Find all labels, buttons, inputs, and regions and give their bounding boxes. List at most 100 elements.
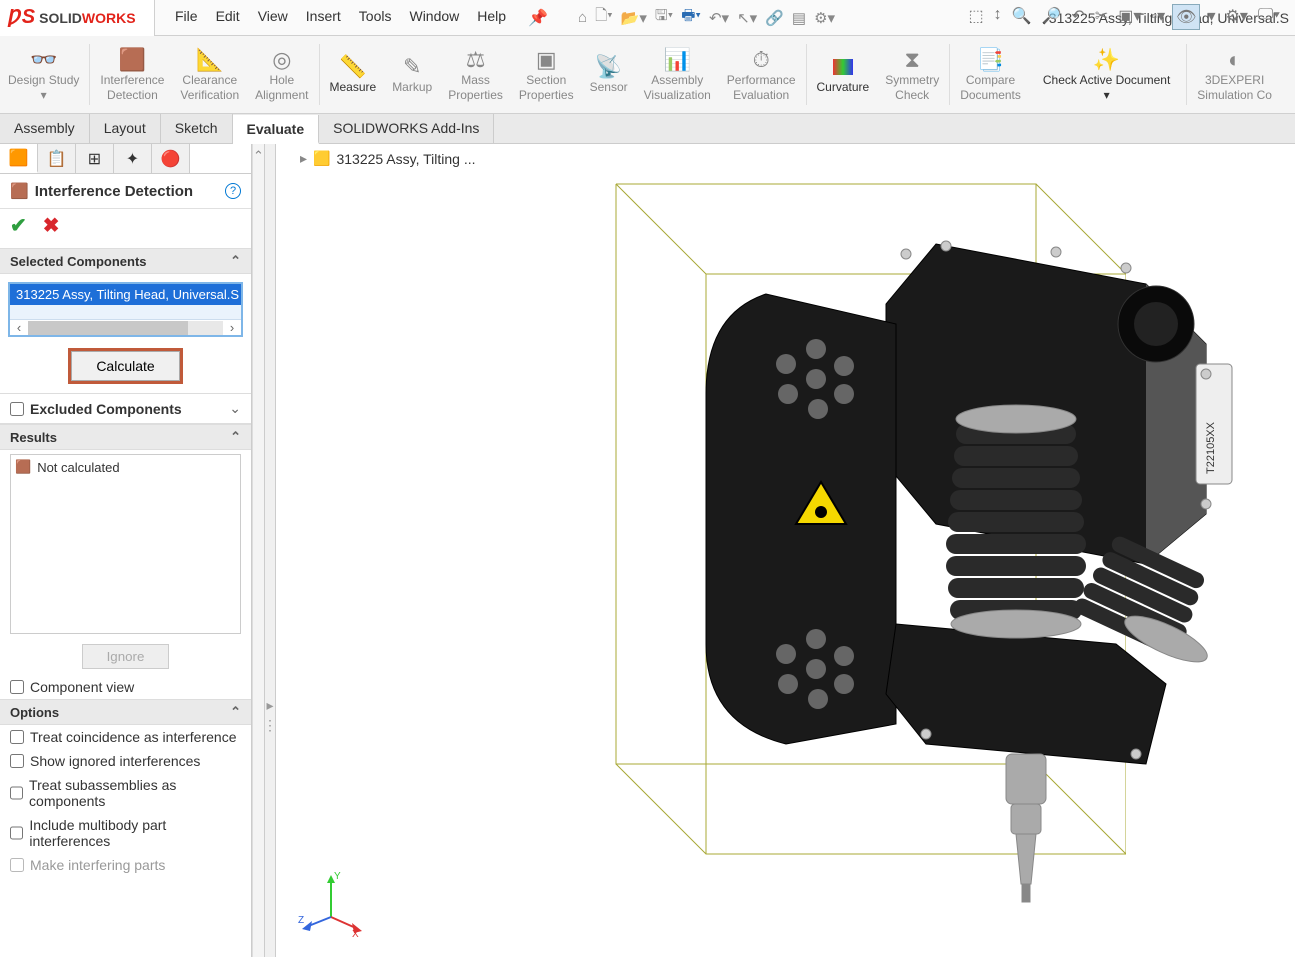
quick-access-toolbar: ⌂ 🗋▾ 📂▾ 🖫▾ 🖶▾ ↶▾ ↖▾ 🔗 ▤ ⚙▾ bbox=[568, 5, 845, 30]
undo-icon[interactable]: ↶▾ bbox=[709, 9, 729, 27]
curvature-button[interactable]: Curvature bbox=[809, 36, 878, 113]
view-orientation-icon[interactable]: ↕ bbox=[991, 4, 1005, 30]
menu-window[interactable]: Window bbox=[409, 8, 459, 28]
breadcrumb[interactable]: ▸ 🟨 313225 Assy, Tilting ... bbox=[300, 150, 476, 167]
collapse-icon: ⌃ bbox=[230, 429, 241, 445]
assembly-icon: 🟨 bbox=[313, 150, 330, 167]
zoom-area-icon[interactable]: 🔎 bbox=[1039, 4, 1065, 30]
section-view-icon[interactable]: ✂ bbox=[1092, 4, 1111, 30]
scroll-left-icon[interactable]: ‹ bbox=[10, 320, 28, 335]
hole-alignment-button[interactable]: ◎Hole Alignment bbox=[247, 36, 316, 113]
display-style-icon[interactable]: ▣▾ bbox=[1115, 4, 1144, 30]
graphics-viewport[interactable]: ▸ 🟨 313225 Assy, Tilting ... bbox=[276, 144, 1295, 957]
settings-icon[interactable]: ⚙▾ bbox=[814, 9, 835, 27]
print-icon[interactable]: 🖶▾ bbox=[681, 5, 701, 30]
hide-show-icon[interactable]: ▫▾ bbox=[1148, 4, 1168, 30]
mass-properties-button[interactable]: ⚖Mass Properties bbox=[440, 36, 511, 113]
tab-sketch[interactable]: Sketch bbox=[161, 114, 233, 143]
property-tab[interactable]: 📋 bbox=[38, 144, 76, 173]
menu-tools[interactable]: Tools bbox=[359, 8, 392, 28]
monitor-icon[interactable]: 🖵▾ bbox=[1255, 4, 1283, 30]
previous-view-icon[interactable]: ↶ bbox=[1068, 4, 1087, 30]
view-settings-icon[interactable]: ⚙▾ bbox=[1222, 4, 1250, 30]
sidebar-scrollbar[interactable]: ⌃ bbox=[252, 144, 264, 957]
home-icon[interactable]: ⌂ bbox=[578, 9, 587, 26]
component-view-checkbox[interactable] bbox=[10, 680, 24, 694]
selected-components-header[interactable]: Selected Components ⌃ bbox=[0, 248, 251, 274]
opt-interfering-checkbox[interactable] bbox=[10, 858, 24, 872]
sensor-button[interactable]: 📡Sensor bbox=[582, 36, 636, 113]
view-triad[interactable]: Y X Z bbox=[296, 867, 366, 937]
pin-icon[interactable]: 📌 bbox=[528, 8, 548, 28]
selected-components-list[interactable]: 313225 Assy, Tilting Head, Universal.S ‹… bbox=[8, 282, 243, 337]
select-icon[interactable]: ↖▾ bbox=[737, 9, 757, 27]
results-header[interactable]: Results ⌃ bbox=[0, 424, 251, 450]
excluded-checkbox[interactable] bbox=[10, 402, 24, 416]
tab-evaluate[interactable]: Evaluate bbox=[233, 115, 320, 144]
results-status: Not calculated bbox=[37, 460, 119, 475]
opt-ignored-checkbox[interactable] bbox=[10, 754, 24, 768]
results-icon: 🟫 bbox=[15, 459, 31, 475]
open-icon[interactable]: 📂▾ bbox=[621, 9, 647, 27]
symmetry-check-button[interactable]: ⧗Symmetry Check bbox=[877, 36, 947, 113]
breadcrumb-arrow-icon: ▸ bbox=[300, 150, 307, 167]
compare-documents-button[interactable]: 📑Compare Documents bbox=[952, 36, 1029, 113]
options-icon[interactable]: ▤ bbox=[792, 9, 806, 27]
design-study-button[interactable]: 👓Design Study▾ bbox=[0, 36, 87, 113]
performance-evaluation-button[interactable]: ⏱Performance Evaluation bbox=[719, 36, 804, 113]
ok-button[interactable]: ✔ bbox=[10, 213, 27, 238]
zoom-fit-icon[interactable]: 🔍 bbox=[1009, 4, 1035, 30]
tab-assembly[interactable]: Assembly bbox=[0, 114, 90, 143]
heads-up-view-toolbar: ⬚ ↕ 🔍 🔎 ↶ ✂ ▣▾ ▫▾ 👁 ▾ ⚙▾ 🖵▾ bbox=[961, 0, 1287, 34]
sidebar-collapse-handle[interactable]: ▸⋮ bbox=[264, 144, 276, 957]
tab-layout[interactable]: Layout bbox=[90, 114, 161, 143]
config-tab[interactable]: ⊞ bbox=[76, 144, 114, 173]
excluded-components-row[interactable]: Excluded Components ⌄ bbox=[0, 393, 251, 424]
check-active-document-button[interactable]: ✨Check Active Document▾ bbox=[1029, 36, 1184, 113]
menu-edit[interactable]: Edit bbox=[216, 8, 240, 28]
panel-title: Interference Detection bbox=[35, 183, 193, 200]
horizontal-scrollbar[interactable] bbox=[28, 321, 223, 335]
property-manager: 🟧 📋 ⊞ ✦ 🔴 🟫 Interference Detection ? ✔ ✖… bbox=[0, 144, 252, 957]
display-tab[interactable]: ✦ bbox=[114, 144, 152, 173]
options-header[interactable]: Options ⌃ bbox=[0, 699, 251, 725]
brand-solid: SOLID bbox=[39, 10, 82, 26]
tab-addins[interactable]: SOLIDWORKS Add-Ins bbox=[319, 114, 494, 143]
rebuild-icon[interactable]: 🔗 bbox=[765, 9, 784, 27]
section-properties-button[interactable]: ▣Section Properties bbox=[511, 36, 582, 113]
selected-component-item[interactable]: 313225 Assy, Tilting Head, Universal.S bbox=[10, 284, 241, 305]
menu-file[interactable]: File bbox=[175, 8, 198, 28]
view-cube-icon[interactable]: ⬚ bbox=[965, 4, 986, 30]
new-icon[interactable]: 🗋▾ bbox=[595, 5, 613, 30]
3dexperience-button[interactable]: ◐3DEXPERI Simulation Co bbox=[1189, 36, 1280, 113]
cancel-button[interactable]: ✖ bbox=[43, 213, 60, 238]
appearance-tab[interactable]: 🔴 bbox=[152, 144, 190, 173]
menu-help[interactable]: Help bbox=[477, 8, 506, 28]
save-icon[interactable]: 🖫▾ bbox=[655, 5, 673, 30]
app-logo: ǷS SOLIDWORKS bbox=[0, 0, 155, 36]
interference-detection-button[interactable]: 🟫Interference Detection bbox=[92, 36, 172, 113]
help-icon[interactable]: ? bbox=[225, 183, 241, 199]
markup-button[interactable]: ✎Markup bbox=[384, 36, 440, 113]
results-list: 🟫 Not calculated bbox=[10, 454, 241, 634]
view-scene-icon[interactable]: 👁 bbox=[1172, 4, 1200, 30]
calculate-button[interactable]: Calculate bbox=[71, 351, 179, 381]
panel-tabs: 🟧 📋 ⊞ ✦ 🔴 bbox=[0, 144, 251, 174]
menu-insert[interactable]: Insert bbox=[306, 8, 341, 28]
assembly-visualization-button[interactable]: 📊Assembly Visualization bbox=[636, 36, 719, 113]
menu-bar: File Edit View Insert Tools Window Help … bbox=[155, 8, 568, 28]
opt-coincidence-checkbox[interactable] bbox=[10, 730, 24, 744]
svg-text:Y: Y bbox=[334, 871, 341, 882]
ds-logo-icon: ǷS bbox=[8, 6, 35, 29]
command-manager-tabs: Assembly Layout Sketch Evaluate SOLIDWOR… bbox=[0, 114, 1295, 144]
measure-button[interactable]: 📏Measure bbox=[322, 36, 385, 113]
opt-subasm-checkbox[interactable] bbox=[10, 786, 23, 800]
brand-works: WORKS bbox=[82, 10, 136, 26]
feature-tree-tab[interactable]: 🟧 bbox=[0, 144, 38, 173]
clearance-verification-button[interactable]: 📐Clearance Verification bbox=[172, 36, 247, 113]
menu-view[interactable]: View bbox=[258, 8, 288, 28]
breadcrumb-label: 313225 Assy, Tilting ... bbox=[336, 151, 475, 167]
apply-scene-icon[interactable]: ▾ bbox=[1204, 4, 1218, 30]
scroll-right-icon[interactable]: › bbox=[223, 320, 241, 335]
opt-multibody-checkbox[interactable] bbox=[10, 826, 23, 840]
